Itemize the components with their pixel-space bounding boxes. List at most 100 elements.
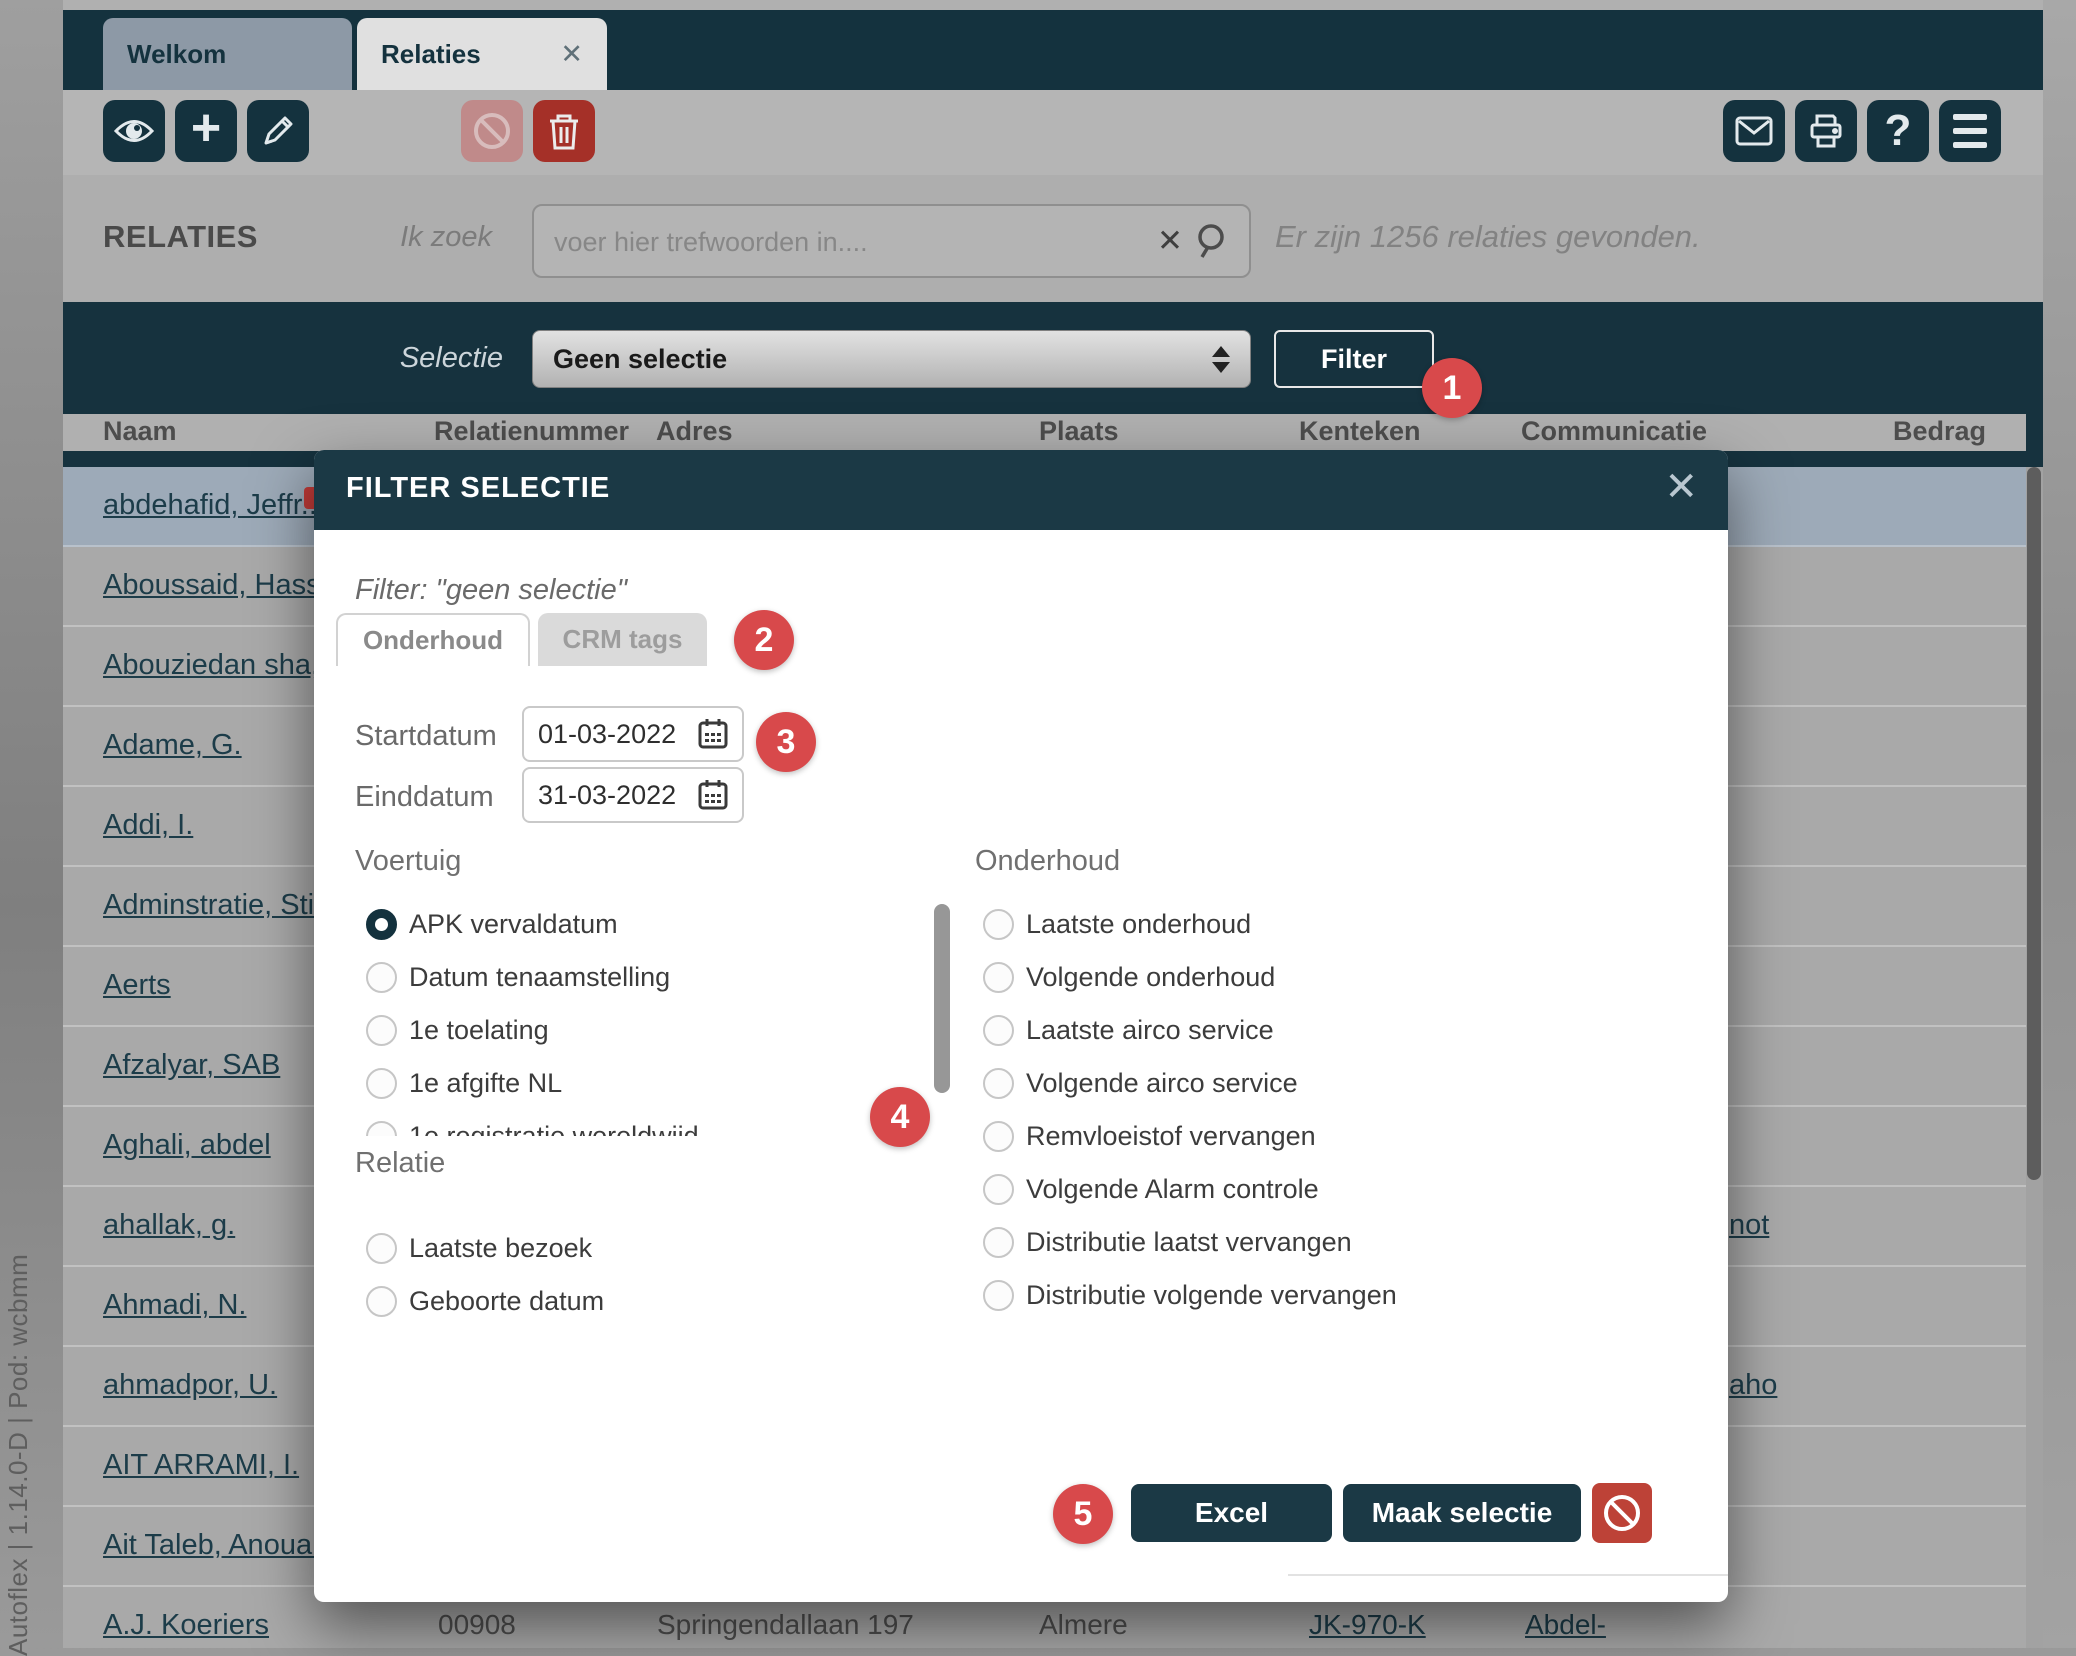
radio-option[interactable]: Distributie laatst vervangen	[983, 1216, 1643, 1269]
radio-option[interactable]: APK vervaldatum	[366, 898, 926, 951]
email-button[interactable]	[1723, 100, 1785, 162]
radio-icon[interactable]	[983, 1280, 1014, 1311]
relation-name-link[interactable]: abdehafid, Jeffr...	[103, 489, 325, 522]
communicatie-link[interactable]: Abdel-	[1525, 1609, 1606, 1641]
envelope-icon	[1735, 116, 1773, 146]
radio-icon[interactable]	[983, 1227, 1014, 1258]
calendar-icon	[698, 779, 728, 811]
voertuig-heading: Voertuig	[355, 845, 461, 878]
view-button[interactable]	[103, 100, 165, 162]
radio-option[interactable]: 1e registratie wereldwijd	[366, 1110, 926, 1136]
radio-option[interactable]: Geboorte datum	[366, 1275, 926, 1328]
page-scrollbar-thumb[interactable]	[2027, 467, 2041, 1180]
radio-icon[interactable]	[366, 1068, 397, 1099]
radio-icon[interactable]	[983, 1068, 1014, 1099]
cancel-button[interactable]	[1592, 1483, 1652, 1543]
radio-option[interactable]: Distributie volgende vervangen	[983, 1269, 1643, 1322]
eye-icon	[114, 116, 154, 146]
radio-option[interactable]: Volgende airco service	[983, 1057, 1643, 1110]
app-version-text: Autoflex | 1.14.0-D | Pod: wcbmm	[3, 1254, 34, 1656]
delete-button[interactable]	[533, 100, 595, 162]
relation-name-link[interactable]: Adminstratie, Stich	[103, 889, 345, 922]
relation-name-link[interactable]: Afzalyar, SAB	[103, 1049, 280, 1082]
relation-name-link[interactable]: ahallak, g.	[103, 1209, 235, 1242]
radio-icon[interactable]	[983, 962, 1014, 993]
radio-icon[interactable]	[366, 962, 397, 993]
radio-option[interactable]: Volgende onderhoud	[983, 951, 1643, 1004]
edit-button[interactable]	[247, 100, 309, 162]
communicatie-link[interactable]: aho	[1729, 1369, 1777, 1402]
search-icon[interactable]	[1195, 222, 1231, 265]
block-button	[461, 100, 523, 162]
relation-name-link[interactable]: ahmadpor, U.	[103, 1369, 277, 1402]
search-input[interactable]	[552, 206, 1136, 278]
startdatum-value: 01-03-2022	[538, 719, 676, 750]
excel-button[interactable]: Excel	[1131, 1484, 1332, 1542]
einddatum-input[interactable]: 31-03-2022	[522, 767, 744, 823]
tab-close-icon[interactable]: ✕	[560, 39, 583, 70]
radio-option[interactable]: Laatste bezoek	[366, 1222, 926, 1275]
relatienummer-cell: 00908	[438, 1609, 516, 1641]
kenteken-link[interactable]: JK-970-K	[1309, 1609, 1426, 1641]
tab-welkom[interactable]: Welkom	[103, 18, 352, 90]
close-icon[interactable]: ✕	[1664, 464, 1698, 510]
radio-icon[interactable]	[366, 1121, 397, 1136]
radio-selected-icon[interactable]	[366, 909, 397, 940]
radio-icon[interactable]	[983, 1174, 1014, 1205]
radio-icon[interactable]	[983, 1121, 1014, 1152]
modal-filter-label: Filter: "geen selectie"	[355, 574, 627, 607]
radio-option-label: Volgende airco service	[1026, 1068, 1298, 1099]
tab-relaties[interactable]: Relaties ✕	[357, 18, 607, 90]
filter-selection-modal: FILTER SELECTIE ✕ Filter: "geen selectie…	[314, 450, 1728, 1602]
help-button[interactable]: ?	[1867, 100, 1929, 162]
search-band: RELATIES Ik zoek ✕ Er zijn 1256 relaties…	[63, 175, 2043, 302]
relation-name-link[interactable]: Aerts	[103, 969, 171, 1002]
column-header-bedrag: Bedrag	[1893, 416, 1986, 447]
modal-tab-onderhoud[interactable]: Onderhoud	[336, 613, 530, 666]
startdatum-input[interactable]: 01-03-2022	[522, 706, 744, 762]
relation-name-link[interactable]: Addi, I.	[103, 809, 193, 842]
radio-option[interactable]: Volgende Alarm controle	[983, 1163, 1643, 1216]
relation-name-link[interactable]: AIT ARRAMI, I.	[103, 1449, 299, 1482]
relatie-options: Laatste bezoek Geboorte datum	[366, 1222, 926, 1328]
tab-bar: Welkom Relaties ✕	[63, 10, 2043, 90]
print-button[interactable]	[1795, 100, 1857, 162]
radio-option[interactable]: Remvloeistof vervangen	[983, 1110, 1643, 1163]
radio-option[interactable]: 1e toelating	[366, 1004, 926, 1057]
add-button[interactable]: +	[175, 100, 237, 162]
menu-button[interactable]	[1939, 100, 2001, 162]
radio-icon[interactable]	[366, 1015, 397, 1046]
communicatie-link[interactable]: not	[1729, 1209, 1769, 1242]
modal-footer-divider	[1288, 1574, 1728, 1576]
relation-name-link[interactable]: A.J. Koeriers	[103, 1609, 269, 1642]
trash-icon	[546, 111, 582, 151]
radio-option-label: Laatste airco service	[1026, 1015, 1274, 1046]
radio-option[interactable]: Datum tenaamstelling	[366, 951, 926, 1004]
page-title: RELATIES	[103, 219, 258, 255]
radio-option[interactable]: 1e afgifte NL	[366, 1057, 926, 1110]
radio-option-label: Laatste bezoek	[409, 1233, 592, 1264]
hamburger-icon	[1953, 114, 1987, 148]
radio-option[interactable]: Laatste airco service	[983, 1004, 1643, 1057]
radio-option-label: 1e registratie wereldwijd	[409, 1121, 699, 1136]
column-header-plaats: Plaats	[1039, 416, 1119, 447]
printer-icon	[1808, 113, 1844, 149]
relation-name-link[interactable]: Ahmadi, N.	[103, 1289, 246, 1322]
relation-name-link[interactable]: Adame, G.	[103, 729, 242, 762]
modal-scrollbar-thumb[interactable]	[934, 904, 950, 1093]
relation-name-link[interactable]: Ait Taleb, Anouar	[103, 1529, 322, 1562]
onderhoud-heading: Onderhoud	[975, 845, 1120, 878]
clear-search-icon[interactable]: ✕	[1157, 223, 1183, 259]
make-selection-button[interactable]: Maak selectie	[1343, 1484, 1581, 1542]
modal-tab-crm-tags[interactable]: CRM tags	[538, 613, 707, 666]
radio-icon[interactable]	[983, 1015, 1014, 1046]
column-header-naam: Naam	[103, 416, 177, 447]
radio-icon[interactable]	[366, 1286, 397, 1317]
calendar-icon	[698, 718, 728, 750]
filter-button[interactable]: Filter	[1274, 330, 1434, 388]
radio-option[interactable]: Laatste onderhoud	[983, 898, 1643, 951]
selection-dropdown[interactable]: Geen selectie	[532, 330, 1251, 388]
radio-icon[interactable]	[983, 909, 1014, 940]
relation-name-link[interactable]: Aghali, abdel	[103, 1129, 271, 1162]
radio-icon[interactable]	[366, 1233, 397, 1264]
